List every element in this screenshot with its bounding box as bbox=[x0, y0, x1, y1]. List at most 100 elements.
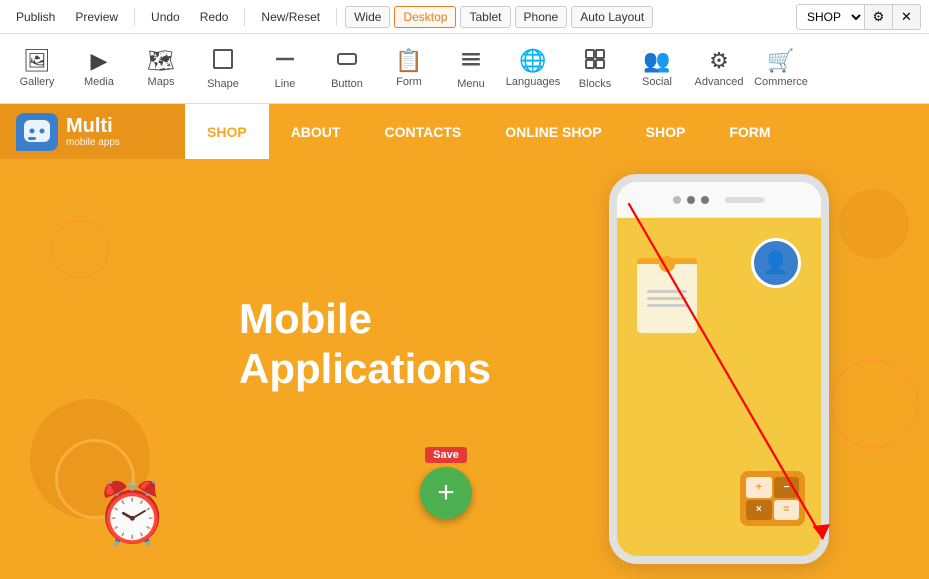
phone-dot-1 bbox=[673, 196, 681, 204]
deco-blob-2 bbox=[839, 189, 909, 259]
nav-item-shop[interactable]: SHOP bbox=[185, 104, 269, 159]
toolbar: 🖼 Gallery ▶ Media 🗺 Maps Shape Line Butt… bbox=[0, 34, 929, 104]
separator-1 bbox=[134, 8, 135, 26]
view-autolayout-button[interactable]: Auto Layout bbox=[571, 6, 653, 28]
phone-avatar: 👤 bbox=[751, 238, 801, 288]
hero-title-line2: Applications bbox=[239, 345, 491, 392]
add-button-wrap: Save + bbox=[420, 447, 472, 519]
tool-maps[interactable]: 🗺 Maps bbox=[132, 39, 190, 99]
gear-button[interactable]: ⚙ bbox=[864, 5, 892, 29]
line-label: Line bbox=[275, 78, 296, 90]
shop-selector[interactable]: SHOP ⚙ ✕ bbox=[796, 4, 921, 30]
nav-item-about[interactable]: ABOUT bbox=[269, 104, 363, 159]
notepad-line-2 bbox=[647, 297, 687, 300]
menu-label: Menu bbox=[457, 78, 485, 90]
media-label: Media bbox=[84, 76, 114, 88]
tool-form[interactable]: 📋 Form bbox=[380, 39, 438, 99]
logo-main-text: Multi bbox=[66, 115, 120, 137]
view-phone-button[interactable]: Phone bbox=[515, 6, 568, 28]
preview-button[interactable]: Preview bbox=[67, 6, 126, 28]
gallery-label: Gallery bbox=[20, 76, 55, 88]
top-bar: Publish Preview Undo Redo New/Reset Wide… bbox=[0, 0, 929, 34]
form-icon: 📋 bbox=[395, 50, 422, 72]
hero-title: Mobile Applications bbox=[199, 264, 531, 425]
nav-items: SHOP ABOUT CONTACTS ONLINE SHOP SHOP FOR… bbox=[185, 104, 929, 159]
media-icon: ▶ bbox=[91, 50, 108, 72]
tool-shape[interactable]: Shape bbox=[194, 39, 252, 99]
nav-item-shop2[interactable]: SHOP bbox=[624, 104, 708, 159]
publish-button[interactable]: Publish bbox=[8, 6, 63, 28]
phone-calculator: + − × = bbox=[740, 471, 805, 526]
view-tablet-button[interactable]: Tablet bbox=[460, 6, 510, 28]
gallery-icon: 🖼 bbox=[23, 50, 51, 72]
tool-menu[interactable]: Menu bbox=[442, 39, 500, 99]
shop-select-dropdown[interactable]: SHOP bbox=[797, 6, 864, 28]
redo-button[interactable]: Redo bbox=[192, 6, 237, 28]
phone-bar bbox=[725, 197, 765, 203]
newreset-button[interactable]: New/Reset bbox=[253, 6, 328, 28]
languages-icon: 🌐 bbox=[519, 50, 546, 72]
languages-label: Languages bbox=[506, 76, 560, 88]
nav-item-contacts[interactable]: CONTACTS bbox=[362, 104, 483, 159]
tool-line[interactable]: Line bbox=[256, 39, 314, 99]
menu-icon bbox=[460, 48, 482, 74]
form-label: Form bbox=[396, 76, 422, 88]
canvas: Multi mobile apps SHOP ABOUT CONTACTS ON… bbox=[0, 104, 929, 579]
blocks-label: Blocks bbox=[579, 78, 611, 90]
social-label: Social bbox=[642, 76, 672, 88]
maps-icon: 🗺 bbox=[147, 50, 175, 72]
site-wrapper: Multi mobile apps SHOP ABOUT CONTACTS ON… bbox=[0, 104, 929, 579]
phone-body: 👤 + − × = bbox=[617, 218, 821, 556]
notepad-pin bbox=[659, 256, 675, 272]
phone-mockup: 👤 + − × = bbox=[609, 174, 829, 564]
hero-section: Mobile Applications bbox=[0, 159, 929, 579]
tool-advanced[interactable]: ⚙ Advanced bbox=[690, 39, 748, 99]
tool-media[interactable]: ▶ Media bbox=[70, 39, 128, 99]
site-logo: Multi mobile apps bbox=[0, 104, 185, 159]
view-wide-button[interactable]: Wide bbox=[345, 6, 390, 28]
hero-title-line1: Mobile bbox=[239, 295, 372, 342]
commerce-label: Commerce bbox=[754, 76, 808, 88]
line-icon bbox=[274, 48, 296, 74]
close-button[interactable]: ✕ bbox=[892, 5, 920, 29]
calc-btn-plus: + bbox=[746, 477, 772, 498]
view-desktop-button[interactable]: Desktop bbox=[394, 6, 456, 28]
maps-label: Maps bbox=[148, 76, 175, 88]
nav-item-form[interactable]: FORM bbox=[707, 104, 792, 159]
logo-sub-text: mobile apps bbox=[66, 137, 120, 148]
phone-dot-2 bbox=[687, 196, 695, 204]
phone-top bbox=[617, 182, 821, 218]
tool-button[interactable]: Button bbox=[318, 39, 376, 99]
notepad-line-1 bbox=[647, 290, 687, 293]
button-label: Button bbox=[331, 78, 363, 90]
tool-gallery[interactable]: 🖼 Gallery bbox=[8, 39, 66, 99]
tool-languages[interactable]: 🌐 Languages bbox=[504, 39, 562, 99]
tool-blocks[interactable]: Blocks bbox=[566, 39, 624, 99]
calc-btn-mult: × bbox=[746, 500, 772, 521]
separator-3 bbox=[336, 8, 337, 26]
site-nav: Multi mobile apps SHOP ABOUT CONTACTS ON… bbox=[0, 104, 929, 159]
add-button[interactable]: + bbox=[420, 467, 472, 519]
social-icon: 👥 bbox=[643, 50, 670, 72]
commerce-icon: 🛒 bbox=[767, 50, 794, 72]
logo-icon bbox=[16, 113, 58, 151]
tool-social[interactable]: 👥 Social bbox=[628, 39, 686, 99]
hero-speech-bubble: Mobile Applications bbox=[155, 179, 575, 509]
calc-btn-minus: − bbox=[774, 477, 800, 498]
phone-dot-3 bbox=[701, 196, 709, 204]
advanced-label: Advanced bbox=[695, 76, 744, 88]
blocks-icon bbox=[584, 48, 606, 74]
separator-2 bbox=[244, 8, 245, 26]
save-badge[interactable]: Save bbox=[425, 447, 467, 463]
undo-button[interactable]: Undo bbox=[143, 6, 188, 28]
logo-text: Multi mobile apps bbox=[66, 115, 120, 148]
shape-label: Shape bbox=[207, 78, 239, 90]
tool-commerce[interactable]: 🛒 Commerce bbox=[752, 39, 810, 99]
deco-outline-3 bbox=[829, 359, 919, 449]
nav-item-online-shop[interactable]: ONLINE SHOP bbox=[483, 104, 623, 159]
phone-notepad bbox=[637, 258, 697, 333]
calc-btn-eq: = bbox=[774, 500, 800, 521]
shape-icon bbox=[212, 48, 234, 74]
deco-outline-2 bbox=[50, 219, 110, 279]
add-icon: + bbox=[437, 476, 455, 510]
